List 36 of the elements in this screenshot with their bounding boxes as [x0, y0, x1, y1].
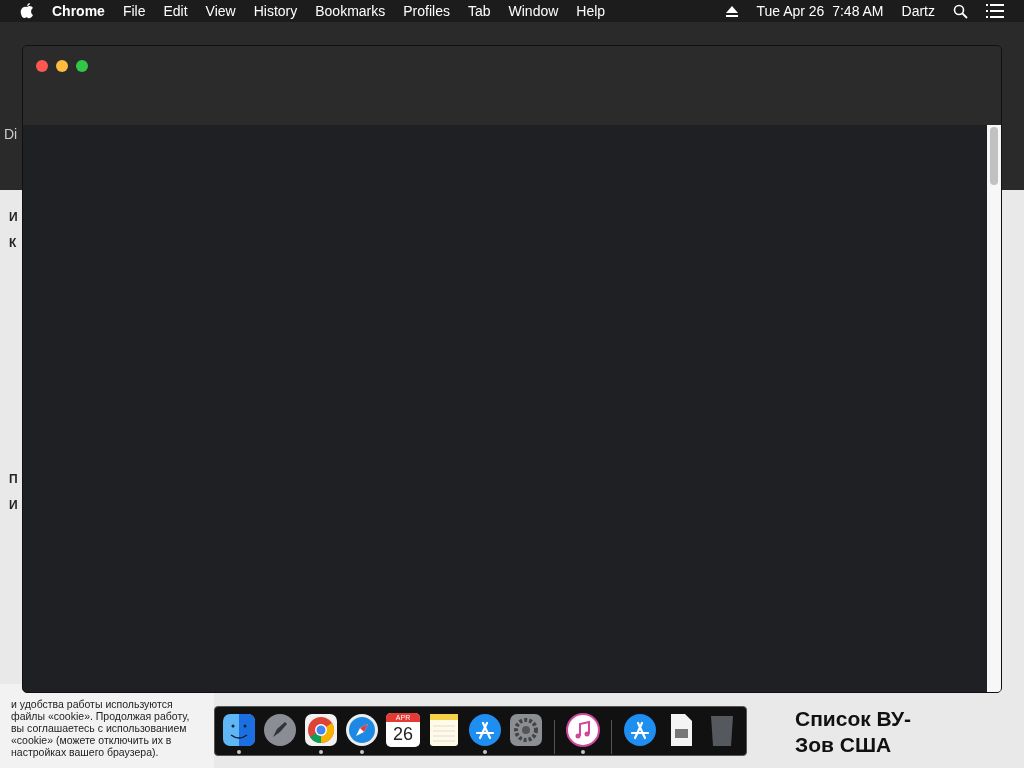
eject-icon[interactable]: [726, 5, 739, 17]
minimize-button[interactable]: [56, 60, 68, 72]
menu-item[interactable]: Profiles: [403, 0, 450, 22]
notepad-icon[interactable]: [427, 713, 461, 747]
close-button[interactable]: [36, 60, 48, 72]
app-store-icon[interactable]: [623, 713, 657, 747]
menu-item[interactable]: Tab: [467, 0, 491, 22]
app-store-icon[interactable]: [468, 713, 502, 747]
scrollbar[interactable]: [987, 125, 1001, 692]
text-fragment: К: [9, 235, 17, 252]
zoom-button[interactable]: [76, 60, 88, 72]
tab-title[interactable]: Di: [4, 126, 18, 142]
calendar-day: 26: [386, 722, 420, 746]
menu-app[interactable]: Chrome: [52, 0, 105, 22]
text-fragment: И: [9, 497, 18, 514]
clock[interactable]: Tue Apr 26 7:48 AM: [756, 0, 884, 22]
compass-icon[interactable]: [345, 713, 379, 747]
page-heading: Список ВУ-Зов США: [795, 706, 913, 758]
text-fragment: И: [9, 209, 18, 226]
rocket-icon[interactable]: [263, 713, 297, 747]
music-note-icon[interactable]: [566, 713, 600, 747]
menu-item[interactable]: Edit: [163, 0, 188, 22]
menu-item[interactable]: Window: [508, 0, 559, 22]
menu-item[interactable]: Bookmarks: [315, 0, 386, 22]
text-fragment: П: [9, 471, 18, 488]
finder-icon[interactable]: [222, 713, 256, 747]
list-icon[interactable]: [986, 4, 1004, 18]
apple-icon[interactable]: [20, 3, 34, 19]
menu-item[interactable]: View: [205, 0, 236, 22]
user-name[interactable]: Dartz: [901, 0, 935, 22]
gear-icon[interactable]: [509, 713, 543, 747]
search-icon[interactable]: [953, 3, 968, 19]
chrome-icon[interactable]: [304, 713, 338, 747]
menu-item[interactable]: File: [122, 0, 146, 22]
menu-item[interactable]: History: [253, 0, 298, 22]
menu-item[interactable]: Help: [576, 0, 606, 22]
